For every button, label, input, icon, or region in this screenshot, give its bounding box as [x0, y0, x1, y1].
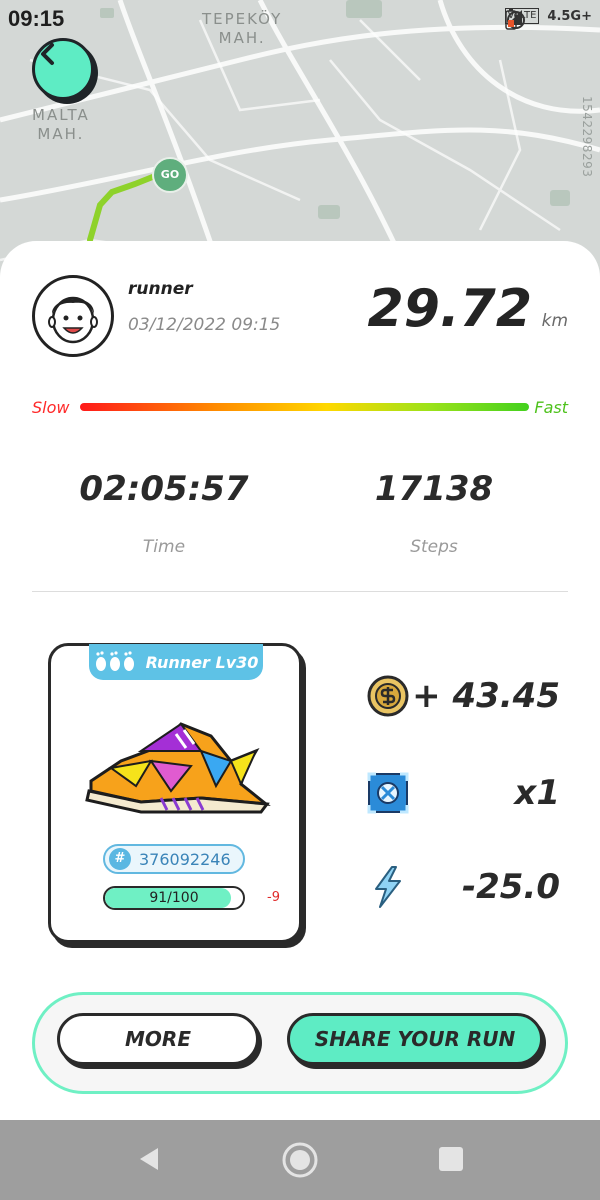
energy-bolt-icon	[375, 866, 401, 908]
speed-slow-label: Slow	[32, 398, 70, 417]
reward-energy: -25.0	[366, 865, 566, 909]
divider	[32, 591, 568, 592]
route-line	[87, 173, 158, 243]
go-marker: GO	[152, 157, 188, 193]
hash-icon: #	[109, 848, 131, 870]
durability-bar: 91/100	[103, 886, 245, 910]
network-type: 4.5G+	[547, 8, 592, 24]
nav-recents-icon[interactable]	[436, 1144, 466, 1174]
chevron-left-icon	[41, 43, 54, 65]
speed-gradient-bar	[80, 403, 529, 411]
steps-value: 17138	[374, 469, 494, 509]
avatar-face-icon	[48, 296, 98, 344]
time-label: Time	[142, 537, 186, 557]
sneaker-image	[85, 722, 271, 814]
map-label-malta: MALTA MAH.	[32, 106, 90, 143]
run-summary-sheet: runner 03/12/2022 09:15 29.72 km Slow Fa…	[0, 241, 600, 1120]
sneaker-id-pill: # 376092246	[103, 844, 245, 874]
sneaker-tag: Runner Lv30	[89, 644, 263, 680]
map-label-tepekoy: TEPEKÖY MAH.	[202, 10, 283, 47]
sneaker-tag-label: Runner Lv30	[145, 652, 259, 672]
status-bar: 09:15 VoLTE 4.5G+	[0, 0, 600, 40]
status-time: 09:15	[8, 6, 65, 31]
steps-label: Steps	[410, 537, 458, 557]
reward-energy-value: -25.0	[462, 867, 560, 907]
nav-home-icon[interactable]	[280, 1140, 320, 1180]
speed-fast-label: Fast	[534, 398, 568, 417]
back-button[interactable]	[32, 38, 94, 100]
more-button[interactable]: MORE	[57, 1013, 259, 1065]
durability-delta: -9	[267, 890, 280, 905]
avatar	[32, 275, 114, 357]
reward-mystery-box: x1	[366, 771, 566, 815]
sneaker-card[interactable]: Runner Lv30 # 376092246 91/100 -9	[48, 643, 302, 943]
distance-unit: km	[541, 311, 568, 331]
reward-coins: + 43.45	[366, 674, 566, 718]
nav-back-icon[interactable]	[134, 1144, 164, 1174]
footprints-icon	[95, 651, 134, 671]
durability-text: 91/100	[149, 890, 199, 906]
sneaker-id: 376092246	[139, 849, 231, 869]
time-value: 02:05:57	[79, 469, 249, 509]
username: runner	[128, 279, 193, 299]
system-nav-bar	[0, 1120, 600, 1200]
distance-value: 29.72	[367, 279, 532, 339]
action-buttons-container: MORE SHARE YOUR RUN	[32, 992, 568, 1094]
status-icons: VoLTE 4.5G+	[504, 8, 592, 30]
coin-icon	[367, 675, 409, 717]
share-run-button[interactable]: SHARE YOUR RUN	[287, 1013, 543, 1065]
mystery-box-icon	[367, 772, 409, 814]
reward-mystery-box-value: x1	[514, 773, 560, 813]
reward-coins-value: + 43.45	[412, 676, 560, 716]
battery-icon	[504, 9, 517, 30]
map-side-number: 1542298293	[580, 96, 594, 178]
run-datetime: 03/12/2022 09:15	[128, 315, 281, 335]
